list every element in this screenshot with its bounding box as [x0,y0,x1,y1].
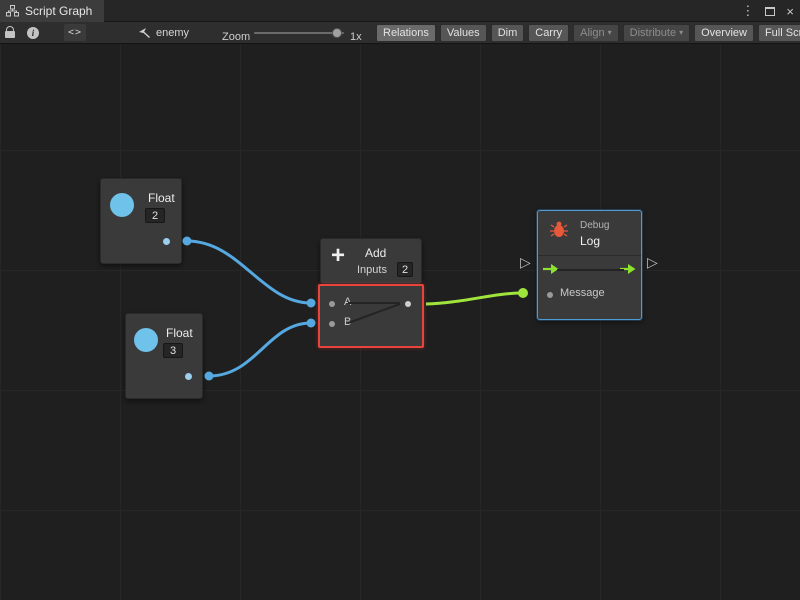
wire-add-to-message [426,293,522,304]
menu-icon[interactable]: ⋮ [741,3,754,19]
wire-endpoint [518,288,528,298]
full-screen-button[interactable]: Full Screen [758,24,800,42]
carry-label: Carry [535,27,562,39]
distribute-button[interactable]: Distribute ▾ [623,24,690,42]
node-float-2[interactable]: Float [125,313,203,399]
plus-icon: + [331,244,345,268]
carry-button[interactable]: Carry [528,24,569,42]
code-icon: <> [68,27,82,38]
port-a-label: A [344,296,351,308]
distribute-label: Distribute [630,27,676,39]
node-title: Float [148,191,175,205]
node-title: Float [166,326,193,340]
info-icon: i [27,27,39,39]
node-add-body[interactable]: A B [318,284,424,348]
flow-out-arrow[interactable]: ▷ [647,256,658,270]
flow-out-port-icon[interactable] [620,263,636,275]
lock-icon [5,31,15,38]
info-button[interactable]: i [27,22,39,43]
inputs-count-input[interactable] [397,262,413,277]
script-graph-tab[interactable]: Script Graph [0,0,104,22]
float-output-port[interactable] [163,238,170,245]
port-b-label: B [344,316,351,328]
message-label: Message [560,287,605,299]
align-label: Align [580,27,604,39]
values-label: Values [447,27,480,39]
node-category: Debug [580,220,609,231]
relations-button[interactable]: Relations [376,24,436,42]
wire-endpoint [205,372,214,381]
chevron-down-icon: ▾ [608,29,612,37]
dim-button[interactable]: Dim [491,24,525,42]
float-icon [110,193,134,217]
wire-endpoint [307,319,316,328]
float-value-input[interactable] [163,343,183,358]
overview-button[interactable]: Overview [694,24,754,42]
overview-label: Overview [701,27,747,39]
lock-button[interactable] [5,22,15,43]
node-float-1[interactable]: Float [100,178,182,264]
edit-script-button[interactable]: <> [64,24,86,41]
input-port-a[interactable] [329,301,335,307]
close-icon[interactable]: × [786,4,794,19]
flow-in-port-icon[interactable] [543,263,559,275]
full-screen-label: Full Screen [765,27,800,39]
relations-label: Relations [383,27,429,39]
window-controls: ⋮ × [741,0,794,22]
zoom-slider-handle[interactable] [332,28,342,38]
zoom-slider[interactable] [254,32,344,34]
graph-pointer-icon [138,27,151,39]
wire-endpoint [307,299,316,308]
result-port[interactable] [405,301,411,307]
node-add-header[interactable]: + Add Inputs [320,238,422,284]
values-button[interactable]: Values [440,24,487,42]
inputs-label: Inputs [357,264,387,276]
flow-in-arrow[interactable]: ▷ [520,256,531,270]
wire-endpoint [183,237,192,246]
align-button[interactable]: Align ▾ [573,24,618,42]
node-debug-log[interactable]: Debug Log Message [537,210,642,320]
tab-title: Script Graph [25,4,92,18]
graph-canvas[interactable]: Float Float + Add Inputs A B [0,44,800,600]
dim-label: Dim [498,27,518,39]
message-input-port[interactable] [547,292,553,298]
bug-icon [549,220,569,238]
toolbar-buttons: Relations Values Dim Carry Align ▾ Distr… [376,22,800,43]
maximize-icon[interactable] [765,7,775,16]
float-output-port[interactable] [185,373,192,380]
node-title: Add [365,246,386,260]
chevron-down-icon: ▾ [679,29,683,37]
input-port-b[interactable] [329,321,335,327]
wire-float1-to-a [187,241,311,303]
script-graph-window: Script Graph ⋮ × i <> enemy Zoom 1 [0,0,800,600]
graph-toolbar: i <> enemy Zoom 1x Relations Values Dim [0,22,800,44]
float-value-input[interactable] [145,208,165,223]
float-icon [134,328,158,352]
node-separator [538,255,641,256]
node-title: Log [580,234,600,248]
graph-name: enemy [156,27,189,39]
script-graph-icon [6,5,19,17]
graph-breadcrumb[interactable]: enemy [138,22,189,43]
wire-float2-to-b [209,323,311,376]
title-bar: Script Graph ⋮ × [0,0,800,22]
